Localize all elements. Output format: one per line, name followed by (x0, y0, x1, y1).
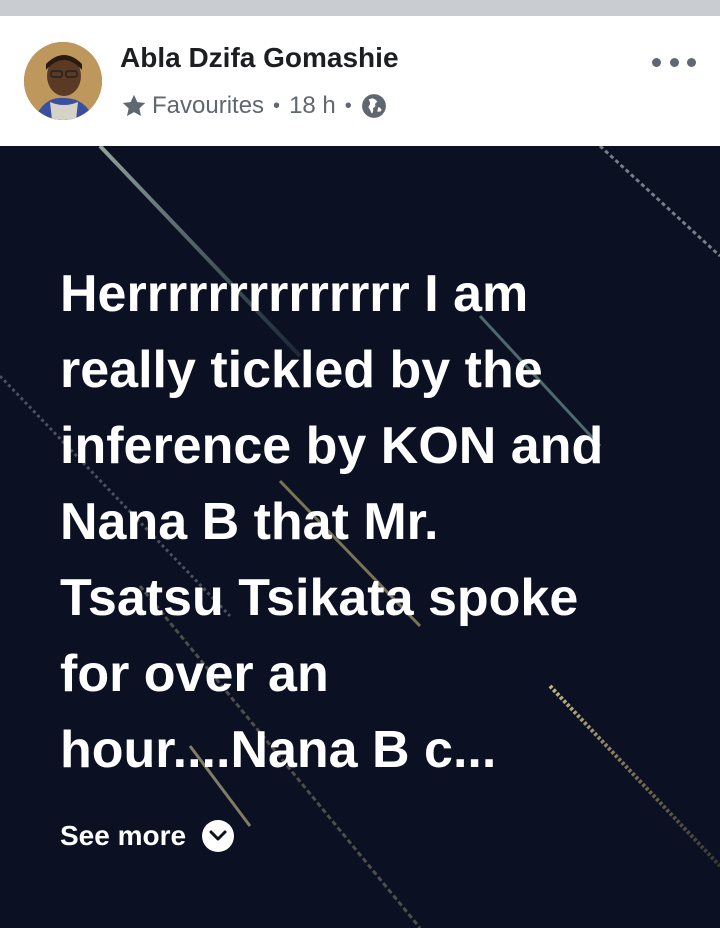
post-text-line: for over an (60, 645, 329, 703)
post-text-line: hour....Nana B c... (60, 721, 497, 779)
meta-separator: • (273, 94, 281, 117)
post-text-line: inference by KON and (60, 417, 604, 475)
post-text-line: Tsatsu Tsikata spoke (60, 569, 579, 627)
author-name[interactable]: Abla Dzifa Gomashie (120, 42, 399, 74)
audience-label[interactable]: Favourites (152, 92, 264, 120)
post-text-line: really tickled by the (60, 341, 543, 399)
post-timestamp[interactable]: 18 h (289, 92, 336, 120)
see-more-button[interactable]: See more (60, 816, 235, 856)
meta-separator: • (344, 94, 352, 117)
post-text: Herrrrrrrrrrrrrr I am really tickled by … (60, 256, 700, 788)
author-avatar[interactable] (24, 42, 102, 120)
feed-divider (0, 0, 720, 16)
post-header: Abla Dzifa Gomashie Favourites • 18 h • (0, 16, 720, 146)
post-background: Herrrrrrrrrrrrrr I am really tickled by … (0, 146, 720, 928)
post-text-line: Nana B that Mr. (60, 493, 439, 551)
chevron-down-icon[interactable] (202, 820, 235, 852)
star-icon[interactable] (120, 92, 148, 120)
more-horizontal-icon[interactable] (652, 50, 696, 74)
see-more-label: See more (60, 820, 187, 851)
post-text-line: Herrrrrrrrrrrrrr I am (60, 265, 529, 323)
globe-icon[interactable] (361, 93, 387, 119)
post-meta: Favourites • 18 h • (120, 90, 387, 122)
